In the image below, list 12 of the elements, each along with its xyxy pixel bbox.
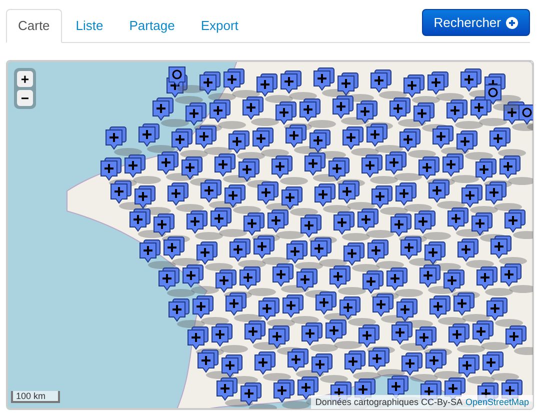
scale-bar: 100 km (11, 391, 60, 403)
attribution-link[interactable]: OpenStreetMap (465, 397, 529, 407)
search-button[interactable]: Rechercher (422, 9, 530, 36)
tab[interactable]: Partage (117, 9, 187, 43)
plus-circle-icon (506, 16, 518, 28)
tab[interactable]: Liste (64, 9, 116, 43)
attribution-text: Données cartographiques CC-By-SA (315, 397, 462, 407)
zoom-out-button[interactable]: − (17, 90, 33, 106)
zoom-in-button[interactable]: + (17, 71, 33, 87)
tab[interactable]: Carte (6, 9, 62, 43)
tab[interactable]: Export (188, 9, 250, 43)
map-view[interactable]: + − 100 km Données cartographiques CC-By-SA OpenStreetMap (6, 60, 534, 410)
